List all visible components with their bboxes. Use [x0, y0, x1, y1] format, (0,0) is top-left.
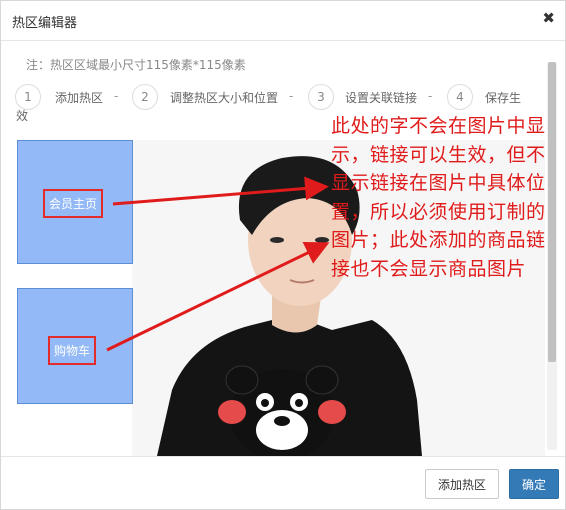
step-2-label: 调整热区大小和位置 [170, 91, 279, 105]
hotzone-editor-dialog: 热区编辑器 ✖ 注：热区区域最小尺寸115像素*115像素 1 添加热区 - 2… [0, 0, 566, 510]
confirm-button[interactable]: 确定 [509, 469, 559, 499]
hotzone-label-cart: 购物车 [48, 336, 97, 365]
step-4-label-wrap: 效 [16, 109, 29, 123]
step-3-number: 3 [308, 84, 334, 110]
close-icon[interactable]: ✖ [542, 7, 555, 29]
step-1-label: 添加热区 [55, 91, 104, 105]
step-4-number: 4 [447, 84, 473, 110]
step-3-label: 设置关联链接 [345, 91, 418, 105]
step-separator: - [289, 89, 294, 103]
add-hotzone-button[interactable]: 添加热区 [425, 469, 499, 499]
dialog-title: 热区编辑器 [12, 16, 78, 31]
size-note: 注：热区区域最小尺寸115像素*115像素 [26, 58, 246, 72]
dialog-footer: 添加热区 确定 [1, 456, 565, 510]
annotation-text: 此处的字不会在图片中显示，链接可以生效，但不显示链接在图片中具体位置，所以必须使… [331, 115, 546, 280]
vertical-scrollbar[interactable] [547, 62, 557, 450]
hotzone-label-member-home: 会员主页 [43, 189, 104, 218]
step-separator: - [428, 89, 433, 103]
step-separator: - [114, 89, 119, 103]
dialog-body: 注：热区区域最小尺寸115像素*115像素 1 添加热区 - 2 调整热区大小和… [1, 42, 565, 456]
hotzone-cart[interactable]: 购物车 [17, 288, 133, 404]
scrollbar-thumb[interactable] [548, 62, 556, 362]
hotzone-member-home[interactable]: 会员主页 [17, 140, 133, 264]
step-2-number: 2 [132, 84, 158, 110]
step-4-label: 保存生 [485, 91, 522, 105]
dialog-header: 热区编辑器 ✖ [1, 1, 565, 41]
